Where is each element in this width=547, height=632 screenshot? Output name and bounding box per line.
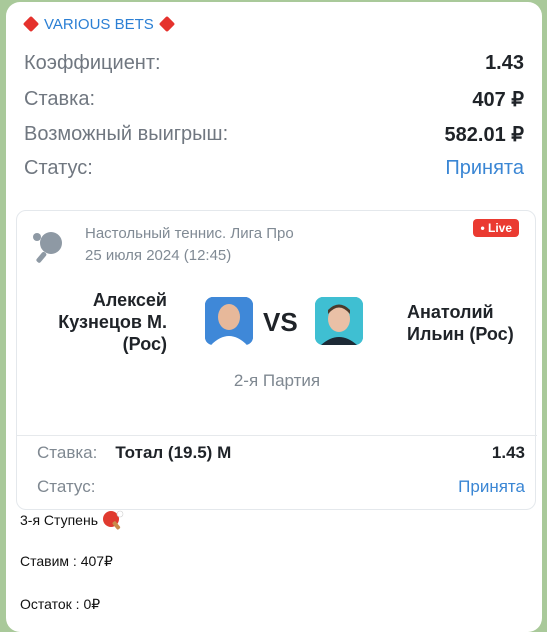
table-tennis-icon xyxy=(33,232,62,263)
ping-pong-paddle-icon xyxy=(103,510,124,530)
message-line: Ставим : 407₽ xyxy=(20,553,113,570)
summary-label: Статус: xyxy=(24,157,93,179)
league-name: Настольный теннис. Лига Про xyxy=(85,225,294,242)
red-diamond-icon xyxy=(158,14,176,34)
status-value: Принята xyxy=(445,157,524,179)
message-text: Остаток : 0₽ xyxy=(20,596,101,612)
summary-row-status: Статус: Принята xyxy=(24,157,524,180)
summary-label: Коэффициент: xyxy=(24,52,161,74)
sender-name[interactable]: VARIOUS BETS xyxy=(22,14,176,34)
sender-name-label: VARIOUS BETS xyxy=(44,15,154,33)
message-line: 3-я Ступень xyxy=(20,510,124,530)
divider xyxy=(17,435,537,436)
period-label: 2-я Партия xyxy=(233,371,321,390)
bet-label: Ставка: xyxy=(37,443,98,462)
red-diamond-icon xyxy=(22,14,40,34)
player1-avatar xyxy=(205,297,253,345)
status-value: Принята xyxy=(458,477,525,496)
summary-row-stake: Ставка: 407 ₽ xyxy=(24,87,524,112)
message-text: 3-я Ступень xyxy=(20,512,98,528)
status-row: Статус: Принята xyxy=(37,477,525,497)
status-label: Статус: xyxy=(37,477,96,496)
event-card[interactable]: Настольный теннис. Лига Про 25 июля 2024… xyxy=(16,210,537,510)
message-text: Ставим : 407₽ xyxy=(20,553,113,569)
bet-odds: 1.43 xyxy=(491,443,525,462)
message-line: Остаток : 0₽ xyxy=(20,596,100,613)
summary-value: 407 ₽ xyxy=(472,89,524,111)
summary-value: 582.01 ₽ xyxy=(444,124,524,146)
summary-label: Возможный выигрыш: xyxy=(24,123,229,145)
player2-name-line: Ильин (Рос) xyxy=(407,324,514,344)
player1-name: Алексей Кузнецов М. (Рос) xyxy=(37,289,167,355)
live-badge: • Live xyxy=(473,219,519,237)
summary-row-odds: Коэффициент: 1.43 xyxy=(24,52,524,75)
player1-name-line: Кузнецов М. xyxy=(58,312,167,332)
bet-market: Тотал (19.5) М xyxy=(115,443,232,462)
player1-name-line: (Рос) xyxy=(122,334,167,354)
player2-avatar xyxy=(315,297,363,345)
summary-row-payout: Возможный выигрыш: 582.01 ₽ xyxy=(24,122,524,147)
vs-label: VS xyxy=(263,307,298,337)
event-date: 25 июля 2024 (12:45) xyxy=(85,247,232,264)
summary-value: 1.43 xyxy=(485,52,524,74)
player2-name: Анатолий Ильин (Рос) xyxy=(407,301,537,345)
player2-name-line: Анатолий xyxy=(407,302,494,322)
player1-name-line: Алексей xyxy=(92,290,167,310)
bet-row: Ставка: Тотал (19.5) М 1.43 xyxy=(37,443,525,463)
summary-label: Ставка: xyxy=(24,88,95,110)
message-bubble: VARIOUS BETS Коэффициент: 1.43 Ставка: 4… xyxy=(6,2,542,632)
